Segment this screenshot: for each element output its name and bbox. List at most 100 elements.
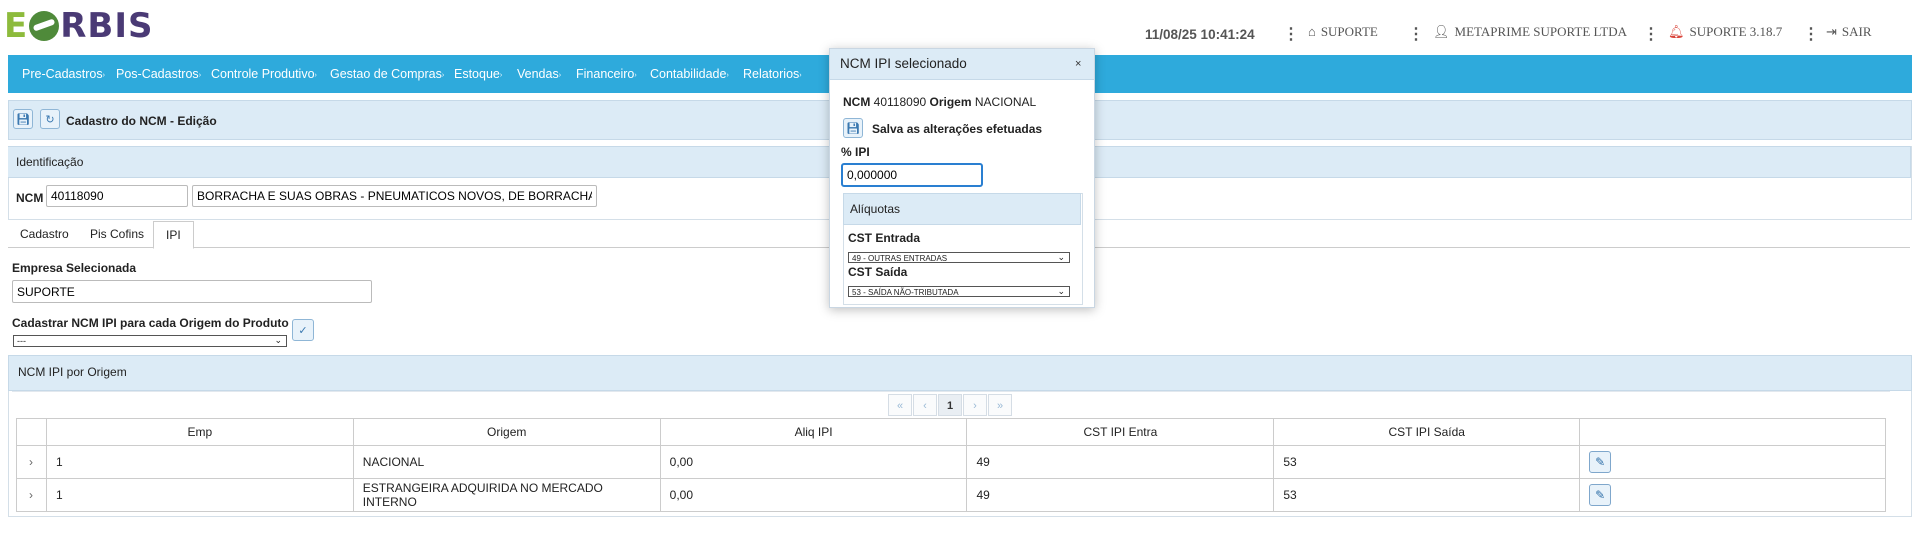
ncm-input[interactable] [46,185,188,207]
pager-prev-button[interactable]: ‹ [913,394,937,416]
confirm-origem-button[interactable]: ✓ [292,319,314,341]
expand-row-icon[interactable]: › [16,445,47,479]
chevron-down-icon: ⌄ [274,335,282,345]
popup-header: NCM IPI selecionado × [830,49,1094,80]
cst-saida-value: 53 - SAÍDA NÃO-TRIBUTADA [852,288,959,297]
ncm-description-input[interactable] [192,185,597,207]
user-icon: 👤︎ [1433,24,1450,39]
logo-text: RBIS [60,6,154,46]
bell-icon: 🔔︎ [1668,24,1685,39]
table-header-row: Emp Origem Aliq IPI CST IPI Entra CST IP… [16,418,1886,446]
empresa-input[interactable] [12,280,372,303]
kebab-menu-icon[interactable]: ⋮ [1643,24,1659,44]
expand-row-icon[interactable]: › [16,478,47,512]
origem-label: Cadastrar NCM IPI para cada Origem do Pr… [12,316,289,330]
chevron-right-icon: › [634,72,637,79]
globe-logo-icon [29,11,60,41]
column-header-emp[interactable]: Emp [45,418,354,446]
menu-label: Controle Produtivo [211,67,315,81]
check-icon: ✓ [298,324,308,337]
menu-item-financeiro[interactable]: Financeiro› [576,67,637,81]
menu-label: Relatorios [743,67,800,81]
chevron-right-icon: › [314,72,317,79]
popup-origem-label: Origem [929,95,972,109]
cst-saida-select[interactable]: 53 - SAÍDA NÃO-TRIBUTADA ⌄ [848,286,1070,297]
popup-save-button[interactable]: 💾︎ [843,118,863,138]
kebab-menu-icon[interactable]: ⋮ [1408,24,1424,44]
menu-item-pre-cadastros[interactable]: Pre-Cadastros› [22,67,105,81]
version-link[interactable]: 🔔︎ SUPORTE 3.18.7 [1668,24,1782,40]
menu-item-vendas[interactable]: Vendas› [517,67,561,81]
menu-item-contabilidade[interactable]: Contabilidade› [650,67,729,81]
origem-select[interactable]: --- ⌄ [13,335,287,347]
version-label: SUPORTE 3.18.7 [1689,24,1783,39]
menu-label: Gestao de Compras [330,67,442,81]
column-header-origem[interactable]: Origem [352,418,661,446]
tab-pis-cofins[interactable]: Pis Cofins [78,221,156,247]
origem-select-value: --- [17,336,26,346]
section-title: Identificação [16,155,84,169]
cell-cst-entra: 49 [966,445,1275,479]
ncm-label: NCM [16,191,44,205]
menu-label: Estoque [454,67,500,81]
cell-aliq-ipi: 0,00 [659,445,968,479]
pager-last-button[interactable]: » [988,394,1012,416]
menu-item-gestao-de-compras[interactable]: Gestao de Compras› [330,67,444,81]
popup-ncm-info: NCM 40118090 Origem NACIONAL [843,95,1036,109]
chevron-right-icon: › [102,72,105,79]
tab-ipi[interactable]: IPI [153,221,194,249]
menu-label: Financeiro [576,67,635,81]
chevron-right-icon: › [198,72,202,79]
popup-ipi-input[interactable] [841,163,983,187]
menu-label: Pos-Cadastros [116,67,199,81]
table-row[interactable]: › 1 ESTRANGEIRA ADQUIRIDA NO MERCADO INT… [16,478,1886,512]
column-header-cst-ipi-saida[interactable]: CST IPI Saída [1273,418,1581,446]
kebab-menu-icon[interactable]: ⋮ [1283,24,1299,44]
chevron-down-icon: ⌄ [1057,286,1065,296]
home-link[interactable]: ⌂ SUPORTE [1308,24,1378,40]
actions-column-header [1579,418,1886,446]
menu-item-pos-cadastros[interactable]: Pos-Cadastros› [116,67,201,81]
chevron-right-icon: › [799,72,802,79]
column-header-aliq-ipi[interactable]: Aliq IPI [659,418,968,446]
close-icon[interactable]: × [1075,58,1081,70]
chevron-right-icon: › [558,72,562,79]
column-header-cst-ipi-entra[interactable]: CST IPI Entra [966,418,1275,446]
menu-label: Pre-Cadastros [22,67,103,81]
menu-label: Contabilidade [650,67,727,81]
menu-item-controle-produtivo[interactable]: Controle Produtivo› [211,67,317,81]
home-label: SUPORTE [1320,24,1378,39]
kebab-menu-icon[interactable]: ⋮ [1803,24,1819,44]
edit-pencil-icon[interactable]: ✎ [1589,484,1612,506]
user-link[interactable]: 👤︎ METAPRIME SUPORTE LTDA [1433,24,1627,40]
refresh-button[interactable]: ↻ [40,109,60,129]
table-row[interactable]: › 1 NACIONAL 0,00 49 53 ✎ [16,445,1886,479]
cell-cst-entra: 49 [966,478,1275,512]
edit-pencil-icon[interactable]: ✎ [1589,451,1612,473]
empresa-label: Empresa Selecionada [12,261,137,275]
popup-ncm-value: 40118090 [873,95,927,109]
table-title: NCM IPI por Origem [18,365,127,379]
chevron-right-icon: › [726,72,729,79]
pager-first-button[interactable]: « [888,394,912,416]
chevron-right-icon: › [441,72,445,79]
pager-next-button[interactable]: › [963,394,987,416]
menu-label: Vendas [517,67,559,81]
cell-actions: ✎ [1579,478,1886,512]
cell-emp: 1 [45,445,354,479]
datetime: 11/08/25 10:41:24 [1145,27,1255,42]
menu-item-estoque[interactable]: Estoque› [454,67,502,81]
page-title: Cadastro do NCM - Edição [66,114,217,128]
save-button[interactable]: 💾︎ [13,109,33,129]
cst-entrada-value: 49 - OUTRAS ENTRADAS [852,254,948,263]
floppy-icon: 💾︎ [846,122,860,135]
pager-page-1[interactable]: 1 [938,394,962,416]
menu-item-relatorios[interactable]: Relatorios› [743,67,802,81]
logo-letter-e: E [4,6,29,46]
floppy-icon: 💾︎ [16,113,30,126]
tab-cadastro[interactable]: Cadastro [8,221,81,247]
cell-cst-saida: 53 [1273,478,1581,512]
cst-entrada-select[interactable]: 49 - OUTRAS ENTRADAS ⌄ [848,252,1070,263]
cell-emp: 1 [45,478,354,512]
logout-link[interactable]: ⇥ SAIR [1826,24,1872,40]
